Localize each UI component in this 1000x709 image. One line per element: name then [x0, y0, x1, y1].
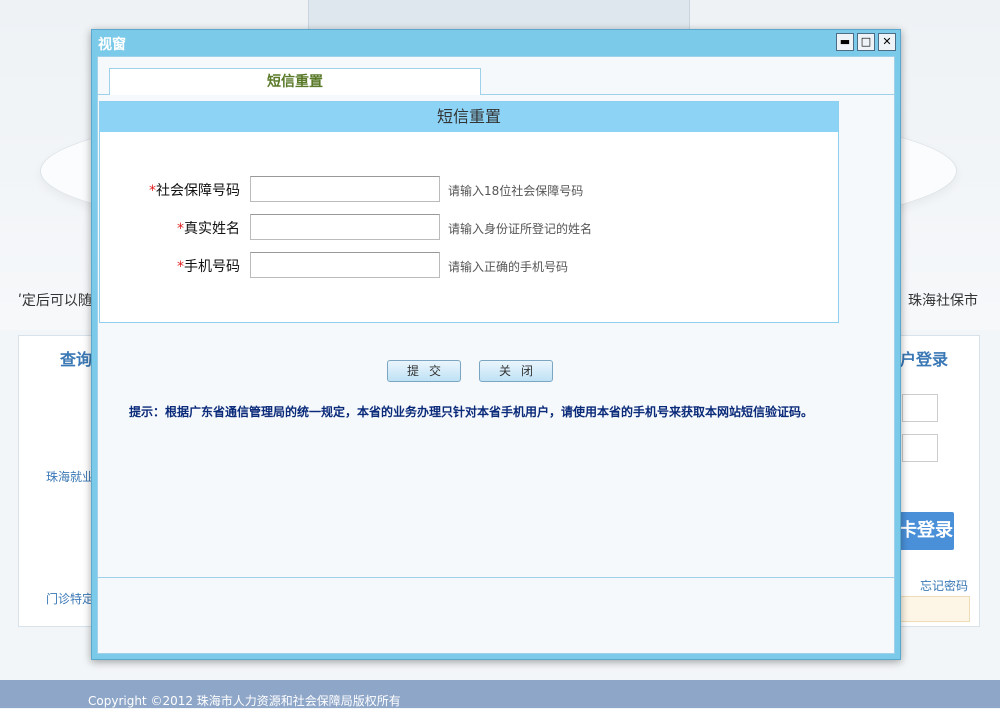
- maximize-icon: □: [860, 35, 872, 48]
- sms-tip-text: 提示：根据广东省通信管理局的统一规定，本省的业务办理只针对本省手机用户，请使用本…: [129, 405, 814, 419]
- form-row-name: *真实姓名 请输入身份证所登记的姓名: [100, 214, 838, 242]
- tab-sms-reset[interactable]: 短信重置: [109, 68, 481, 95]
- sms-reset-form: 短信重置 *社会保障号码 请输入18位社会保障号码 *真实姓名 请输入身份证所登…: [99, 101, 839, 323]
- background-query-item[interactable]: 门诊特定: [46, 590, 94, 607]
- minimize-icon: ▬: [839, 35, 851, 48]
- dialog-body: 短信重置 短信重置 *社会保障号码 请输入18位社会保障号码 *真实姓名 请输入…: [97, 56, 895, 654]
- background-login-input[interactable]: [902, 434, 938, 462]
- close-icon: ✕: [882, 35, 892, 48]
- background-login-title: 户登录: [900, 350, 949, 369]
- background-forgot-password-link[interactable]: 忘记密码: [920, 577, 968, 594]
- close-button[interactable]: 关闭: [479, 360, 553, 382]
- ssn-input[interactable]: [250, 176, 440, 202]
- minimize-button[interactable]: ▬: [836, 33, 854, 51]
- name-hint: 请输入身份证所登记的姓名: [448, 222, 593, 236]
- submit-button[interactable]: 提交: [387, 360, 461, 382]
- real-name-input[interactable]: [250, 214, 440, 240]
- tab-bar: 短信重置: [98, 57, 894, 95]
- required-mark: *: [177, 259, 184, 275]
- phone-hint: 请输入正确的手机号码: [448, 260, 569, 274]
- close-window-button[interactable]: ✕: [878, 33, 896, 51]
- ssn-label: *社会保障号码: [149, 183, 240, 199]
- background-query-title: 查询: [60, 350, 93, 369]
- background-right-text: 珠海社保市: [908, 293, 978, 309]
- ssn-hint: 请输入18位社会保障号码: [448, 184, 584, 198]
- background-left-text: ʹ定后可以随: [18, 293, 92, 309]
- footer-copyright: Copyright ©2012 珠海市人力资源和社会保障局版权所有: [88, 694, 401, 708]
- name-label: *真实姓名: [177, 221, 240, 237]
- background-query-item[interactable]: 珠海就业: [46, 468, 94, 485]
- form-row-phone: *手机号码 请输入正确的手机号码: [100, 252, 838, 280]
- maximize-button[interactable]: □: [857, 33, 875, 51]
- form-row-ssn: *社会保障号码 请输入18位社会保障号码: [100, 176, 838, 204]
- required-mark: *: [177, 221, 184, 237]
- dialog-title: 视窗: [98, 37, 126, 53]
- dialog-divider: [98, 577, 894, 578]
- phone-input[interactable]: [250, 252, 440, 278]
- background-login-input[interactable]: [902, 394, 938, 422]
- form-heading: 短信重置: [100, 102, 838, 132]
- dialog-window: 视窗 ▬ □ ✕ 短信重置 短信重置 *社会保障号码 请输入18位社会保障号码 …: [91, 29, 901, 660]
- phone-label: *手机号码: [177, 259, 240, 275]
- background-notice-strip: [898, 596, 970, 622]
- background-login-button[interactable]: 卡登录: [898, 512, 954, 550]
- required-mark: *: [149, 183, 156, 199]
